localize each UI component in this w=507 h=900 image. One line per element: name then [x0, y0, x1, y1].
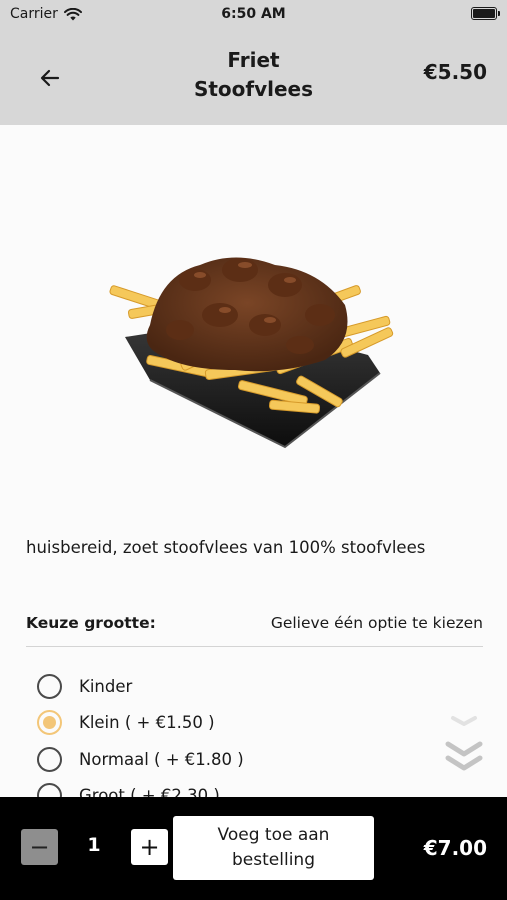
battery-icon	[471, 7, 500, 20]
radio-button-selected[interactable]	[37, 710, 62, 736]
page-title: Friet Stoofvlees	[140, 46, 367, 104]
total-price: €7.00	[423, 836, 487, 860]
status-carrier: Carrier	[10, 6, 82, 22]
product-description: huisbereid, zoet stoofvlees van 100% sto…	[26, 538, 426, 557]
product-image-area	[0, 125, 507, 525]
chevrons-down-icon[interactable]	[445, 712, 483, 778]
radio-button[interactable]	[37, 746, 62, 772]
fries-with-stew-photo	[109, 257, 394, 449]
option-label: Kinder	[79, 676, 133, 696]
radio-button[interactable]	[37, 673, 62, 699]
choice-header: Keuze grootte: Gelieve één optie te kiez…	[26, 614, 483, 632]
header-price: €5.50	[423, 60, 487, 84]
carrier-label: Carrier	[10, 6, 58, 22]
status-bar: Carrier 6:50 AM	[0, 0, 507, 28]
decrease-quantity-button[interactable]: −	[21, 829, 58, 865]
quantity-value: 1	[87, 834, 101, 856]
title-line-1: Friet	[227, 48, 280, 72]
header: Friet Stoofvlees €5.50	[0, 28, 507, 125]
title-line-2: Stoofvlees	[193, 77, 314, 101]
back-button[interactable]	[34, 62, 66, 94]
option-kinder[interactable]: Kinder	[37, 668, 244, 705]
option-normaal[interactable]: Normaal ( + €1.80 )	[37, 741, 244, 778]
option-label: Normaal ( + €1.80 )	[79, 749, 244, 769]
option-label: Klein ( + €1.50 )	[79, 713, 215, 733]
increase-quantity-button[interactable]: +	[131, 829, 168, 865]
bottom-bar: − 1 + Voeg toe aan bestelling €7.00	[0, 797, 507, 900]
choice-label: Keuze grootte:	[26, 614, 156, 632]
wifi-icon	[63, 7, 82, 20]
add-to-order-button[interactable]: Voeg toe aan bestelling	[173, 816, 374, 880]
arrow-left-icon	[40, 69, 60, 87]
option-klein[interactable]: Klein ( + €1.50 )	[37, 705, 244, 742]
size-options: Kinder Klein ( + €1.50 ) Normaal ( + €1.…	[37, 668, 244, 814]
choice-hint: Gelieve één optie te kiezen	[270, 614, 483, 632]
divider	[26, 646, 483, 647]
